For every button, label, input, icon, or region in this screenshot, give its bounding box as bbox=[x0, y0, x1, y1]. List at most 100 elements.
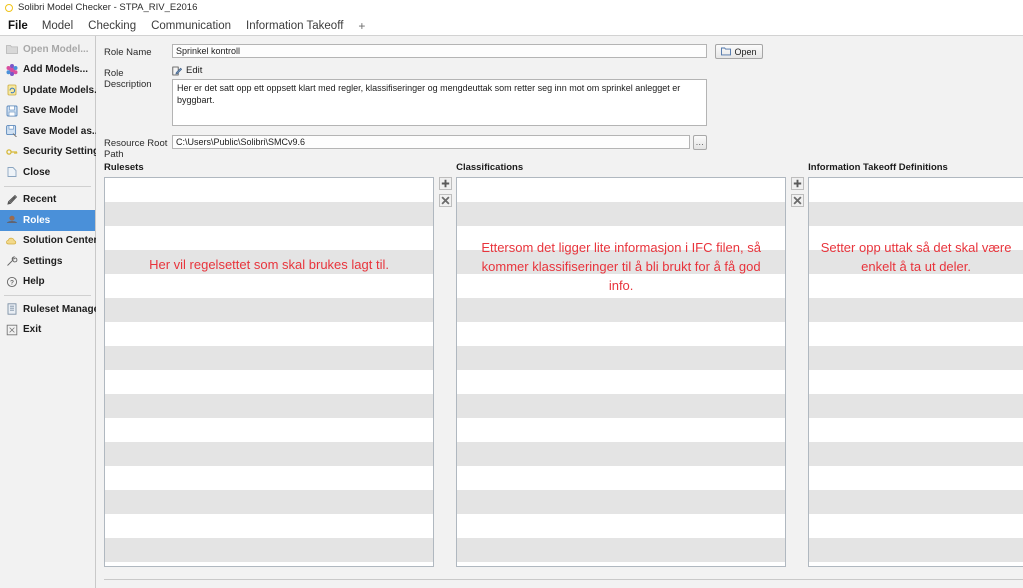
list-item[interactable] bbox=[457, 442, 786, 466]
sidebar-item-label: Open Model... bbox=[23, 43, 89, 55]
open-button-label: Open bbox=[734, 46, 757, 57]
sidebar-item-security-settings[interactable]: Security Settings... bbox=[0, 142, 113, 163]
list-item[interactable] bbox=[809, 322, 1023, 346]
add-classification-button[interactable] bbox=[790, 177, 804, 190]
list-item[interactable] bbox=[105, 466, 433, 490]
sidebar-item-help[interactable]: ? Help bbox=[0, 272, 95, 293]
sidebar-item-label: Add Models... bbox=[23, 64, 88, 76]
plus-icon bbox=[441, 179, 449, 188]
remove-classification-button[interactable] bbox=[790, 194, 804, 207]
list-item[interactable] bbox=[105, 346, 434, 370]
sidebar-item-label: Roles bbox=[23, 214, 51, 226]
sidebar-item-settings[interactable]: Settings bbox=[0, 251, 95, 272]
open-button[interactable]: Open bbox=[715, 44, 763, 59]
rulesets-list[interactable]: Her vil regelsettet som skal brukes lagt… bbox=[104, 177, 435, 567]
list-item[interactable] bbox=[457, 514, 785, 538]
list-item[interactable] bbox=[457, 418, 785, 442]
list-item[interactable] bbox=[809, 538, 1023, 562]
list-item[interactable] bbox=[457, 466, 785, 490]
list-item[interactable] bbox=[809, 466, 1023, 490]
sidebar-item-ruleset-manager[interactable]: Ruleset Manager bbox=[0, 299, 103, 320]
list-item[interactable] bbox=[809, 394, 1023, 418]
list-item[interactable] bbox=[809, 370, 1023, 394]
edit-button[interactable]: Edit bbox=[172, 65, 707, 76]
update-models-icon bbox=[5, 84, 18, 97]
sidebar-item-update-models[interactable]: Update Models... bbox=[0, 80, 102, 101]
list-item[interactable] bbox=[105, 370, 433, 394]
classifications-list[interactable]: Ettersom det ligger lite informasjon i I… bbox=[456, 177, 787, 567]
list-item[interactable] bbox=[457, 202, 786, 226]
resource-root-path-input[interactable]: C:\Users\Public\Solibri\SMCv9.6 bbox=[172, 135, 690, 149]
menu-item-information-takeoff[interactable]: Information Takeoff bbox=[246, 20, 343, 32]
list-item[interactable] bbox=[457, 346, 786, 370]
sidebar-item-close[interactable]: Close bbox=[0, 162, 95, 183]
key-icon bbox=[5, 145, 18, 158]
list-item[interactable] bbox=[457, 250, 786, 274]
list-item[interactable] bbox=[105, 226, 433, 250]
sidebar-item-open-model[interactable]: Open Model... bbox=[0, 39, 95, 60]
list-item[interactable] bbox=[809, 418, 1023, 442]
sidebar-item-add-models[interactable]: Add Models... bbox=[0, 60, 95, 81]
open-folder-icon bbox=[721, 47, 732, 56]
roles-panel: Role Name Sprinkel kontroll Open Role De… bbox=[96, 36, 1023, 588]
list-item[interactable] bbox=[809, 490, 1023, 514]
list-item[interactable] bbox=[105, 322, 433, 346]
list-item[interactable] bbox=[105, 490, 434, 514]
list-item[interactable] bbox=[457, 322, 785, 346]
sidebar-item-label: Save Model bbox=[23, 105, 79, 117]
list-item[interactable] bbox=[457, 298, 786, 322]
list-item[interactable] bbox=[105, 394, 434, 418]
list-item[interactable] bbox=[809, 514, 1023, 538]
list-item[interactable] bbox=[809, 298, 1023, 322]
sidebar-item-roles[interactable]: Roles bbox=[0, 210, 95, 231]
role-form: Role Name Sprinkel kontroll Open Role De… bbox=[96, 36, 1023, 160]
classifications-actions bbox=[786, 162, 808, 588]
list-item[interactable] bbox=[809, 178, 1023, 202]
rulesets-column: Rulesets Her vil regelsettet som skal br… bbox=[104, 162, 435, 588]
list-item[interactable] bbox=[457, 178, 785, 202]
list-item[interactable] bbox=[105, 514, 433, 538]
menu-item-communication[interactable]: Communication bbox=[151, 20, 231, 32]
list-item[interactable] bbox=[457, 226, 785, 250]
menu-item-file[interactable]: File bbox=[8, 20, 28, 32]
list-item[interactable] bbox=[809, 250, 1023, 274]
list-item[interactable] bbox=[105, 250, 434, 274]
list-item[interactable] bbox=[457, 538, 786, 562]
list-item[interactable] bbox=[105, 442, 434, 466]
list-item[interactable] bbox=[457, 394, 786, 418]
sidebar-item-save-model[interactable]: Save Model bbox=[0, 101, 95, 122]
list-item[interactable] bbox=[809, 346, 1023, 370]
sidebar-item-recent[interactable]: Recent bbox=[0, 190, 95, 211]
role-description-textarea[interactable]: Her er det satt opp ett oppsett klart me… bbox=[172, 79, 707, 126]
menu-item-checking[interactable]: Checking bbox=[88, 20, 136, 32]
list-item[interactable] bbox=[809, 226, 1023, 250]
list-item[interactable] bbox=[457, 274, 785, 298]
list-item[interactable] bbox=[105, 202, 434, 226]
list-item[interactable] bbox=[809, 202, 1023, 226]
circle-logo-icon bbox=[5, 3, 13, 12]
sidebar-item-exit[interactable]: Exit bbox=[0, 320, 95, 341]
roles-icon bbox=[5, 214, 18, 227]
list-item[interactable] bbox=[457, 490, 786, 514]
sidebar-item-label: Solution Center bbox=[23, 235, 98, 247]
menu-item-model[interactable]: Model bbox=[42, 20, 73, 32]
list-item[interactable] bbox=[105, 298, 434, 322]
add-tab-icon[interactable]: + bbox=[358, 19, 365, 33]
sidebar-divider bbox=[4, 295, 91, 296]
takeoff-list[interactable]: Setter opp uttak så det skal være enkelt… bbox=[808, 177, 1023, 567]
remove-ruleset-button[interactable] bbox=[438, 194, 452, 207]
help-icon: ? bbox=[5, 275, 18, 288]
sidebar-item-solution-center[interactable]: Solution Center bbox=[0, 231, 98, 252]
list-item[interactable] bbox=[809, 442, 1023, 466]
add-ruleset-button[interactable] bbox=[438, 177, 452, 190]
role-name-label: Role Name bbox=[104, 47, 152, 58]
list-item[interactable] bbox=[105, 274, 433, 298]
browse-button[interactable]: ... bbox=[693, 135, 707, 150]
list-item[interactable] bbox=[457, 370, 785, 394]
list-item[interactable] bbox=[105, 418, 433, 442]
sidebar-item-save-model-as[interactable]: Save Model as... bbox=[0, 121, 100, 142]
list-item[interactable] bbox=[105, 538, 434, 562]
list-item[interactable] bbox=[809, 274, 1023, 298]
list-item[interactable] bbox=[105, 178, 433, 202]
role-name-input[interactable]: Sprinkel kontroll bbox=[172, 44, 707, 58]
